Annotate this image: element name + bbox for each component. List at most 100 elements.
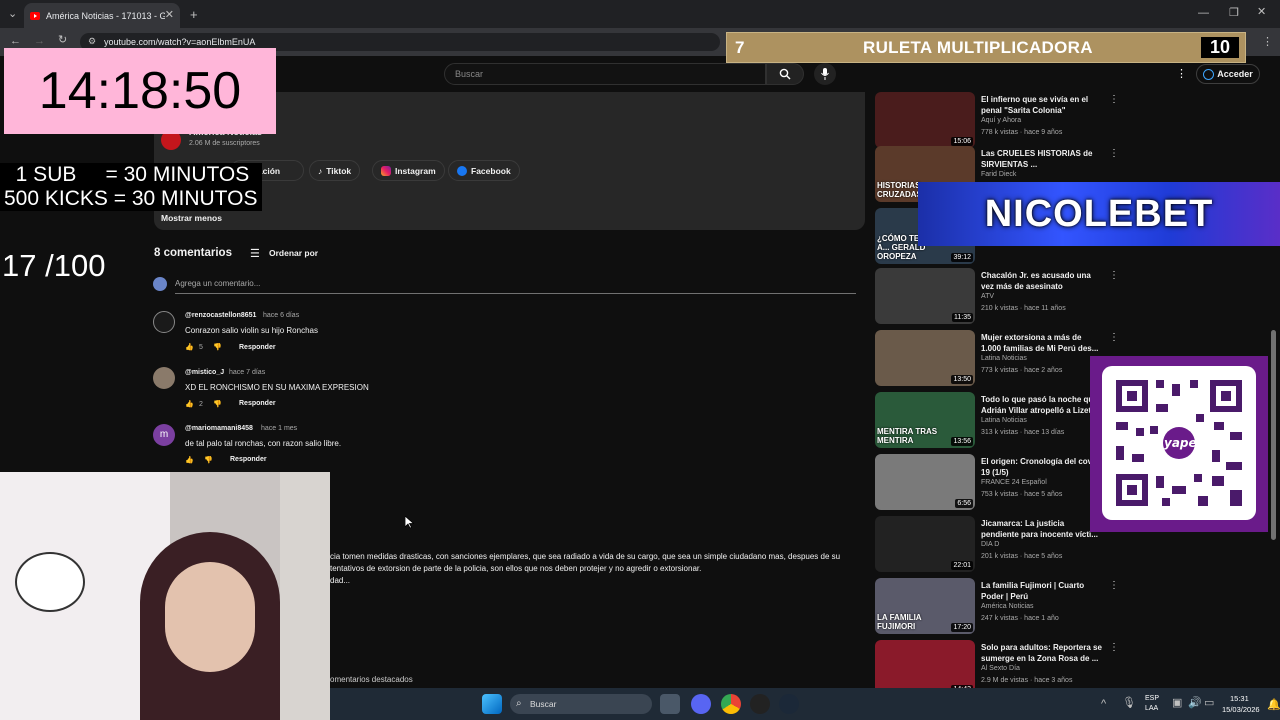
- commenter-avatar[interactable]: m: [153, 424, 175, 446]
- goal-counter: 17 /100: [2, 248, 106, 283]
- commenter-avatar[interactable]: [153, 367, 175, 389]
- new-tab-icon[interactable]: +: [190, 8, 198, 21]
- maximize-icon[interactable]: ❐: [1229, 8, 1239, 19]
- dislike-icon[interactable]: 👎: [213, 400, 222, 408]
- yape-qr-panel: yape: [1090, 356, 1268, 532]
- microphone-icon[interactable]: 🎙: [1122, 698, 1136, 709]
- dislike-icon[interactable]: 👎: [204, 456, 213, 464]
- keyboard-layout[interactable]: LAA: [1145, 705, 1158, 712]
- sign-in-button[interactable]: Acceder: [1196, 64, 1260, 84]
- like-icon[interactable]: 👍: [185, 343, 194, 351]
- reply-button[interactable]: Responder: [239, 344, 276, 351]
- clock-date[interactable]: 15/03/2026: [1222, 705, 1260, 714]
- voice-search-button[interactable]: [814, 63, 836, 85]
- scrollbar-thumb[interactable]: [1271, 330, 1276, 540]
- taskbar-search[interactable]: ⌕ Buscar: [510, 694, 652, 714]
- video-title[interactable]: El origen: Cronología del covi 19 (1/5): [981, 456, 1103, 478]
- reply-button[interactable]: Responder: [239, 400, 276, 407]
- video-thumbnail[interactable]: 22:01: [875, 516, 975, 572]
- add-comment-input[interactable]: Agrega un comentario...: [175, 279, 260, 288]
- search-input[interactable]: Buscar: [444, 63, 766, 85]
- volume-icon[interactable]: 🔊: [1188, 698, 1202, 709]
- comment-text: tentativos de extorsion de parte de la p…: [330, 564, 702, 573]
- video-title[interactable]: Chacalón Jr. es acusado una vez más de a…: [981, 270, 1103, 292]
- qr-code: yape: [1102, 366, 1256, 520]
- comment-author[interactable]: @renzocastellon8651: [185, 312, 256, 319]
- reload-icon[interactable]: ↻: [58, 35, 67, 46]
- related-video-item[interactable]: 15:06 El infierno que se vivía en el pena…: [875, 92, 1125, 150]
- video-title[interactable]: Todo lo que pasó la noche qu Adrián Vill…: [981, 394, 1103, 416]
- like-icon[interactable]: 👍: [185, 456, 194, 464]
- video-menu-icon[interactable]: ⋮: [1109, 642, 1119, 653]
- video-thumbnail[interactable]: 6:56: [875, 454, 975, 510]
- back-icon[interactable]: ←: [10, 36, 21, 47]
- video-channel[interactable]: Latina Noticias: [981, 417, 1027, 424]
- windows-start-icon[interactable]: [482, 694, 502, 714]
- search-button[interactable]: [766, 63, 804, 85]
- discord-icon[interactable]: [691, 694, 711, 714]
- video-title[interactable]: Solo para adultos: Reportera se sumerge …: [981, 642, 1103, 664]
- video-menu-icon[interactable]: ⋮: [1109, 148, 1119, 159]
- video-channel[interactable]: América Noticias: [981, 603, 1034, 610]
- battery-icon[interactable]: ▭: [1204, 698, 1214, 709]
- video-channel[interactable]: Latina Noticias: [981, 355, 1027, 362]
- video-title[interactable]: La familia Fujimori | Cuarto Poder | Per…: [981, 580, 1103, 602]
- sort-icon[interactable]: ☰: [250, 247, 260, 260]
- chrome-icon[interactable]: [721, 694, 741, 714]
- language-indicator[interactable]: ESP: [1145, 695, 1159, 702]
- tray-chevron-icon[interactable]: ^: [1101, 699, 1106, 710]
- reply-button[interactable]: Responder: [230, 456, 267, 463]
- instagram-link[interactable]: Instagram: [372, 160, 445, 181]
- related-video-item[interactable]: 22:01 Jicamarca: La justicia pendiente pa…: [875, 516, 1125, 574]
- dislike-icon[interactable]: 👎: [213, 343, 222, 351]
- like-icon[interactable]: 👍: [185, 400, 194, 408]
- video-channel[interactable]: ATV: [981, 293, 994, 300]
- related-video-item[interactable]: 6:56 El origen: Cronología del covi 19 (1…: [875, 454, 1125, 512]
- network-icon[interactable]: ▣: [1172, 698, 1182, 709]
- close-tab-icon[interactable]: ✕: [165, 10, 174, 21]
- related-video-item[interactable]: 13:50 Mujer extorsiona a más de 1.000 fam…: [875, 330, 1125, 388]
- clock-time[interactable]: 15:31: [1230, 694, 1249, 703]
- video-thumbnail[interactable]: 15:06: [875, 92, 975, 148]
- video-title[interactable]: Las CRUELES HISTORIAS de SIRVIENTAS ...: [981, 148, 1103, 170]
- video-menu-icon[interactable]: ⋮: [1109, 580, 1119, 591]
- tab-list-icon[interactable]: ⌄: [8, 9, 17, 20]
- minimize-icon[interactable]: —: [1198, 8, 1209, 19]
- browser-menu-icon[interactable]: ⋮: [1262, 37, 1273, 48]
- related-video-item[interactable]: LA FAMILIA FUJIMORI 17:20 La familia Fujim…: [875, 578, 1125, 636]
- facebook-link[interactable]: Facebook: [448, 160, 520, 181]
- comment-author[interactable]: @mistico_J: [185, 369, 224, 376]
- video-channel[interactable]: Farid Dieck: [981, 171, 1016, 178]
- site-info-icon[interactable]: ⚙: [88, 37, 96, 46]
- video-channel[interactable]: Al Sexto Día: [981, 665, 1020, 672]
- tiktok-link[interactable]: ♪ Tiktok: [309, 160, 361, 181]
- video-menu-icon[interactable]: ⋮: [1109, 332, 1119, 343]
- read-more-link[interactable]: dad...: [330, 576, 350, 585]
- video-channel[interactable]: DIA D: [981, 541, 999, 548]
- related-video-item[interactable]: MENTIRA TRAS MENTIRA 13:56 Todo lo que pas…: [875, 392, 1125, 450]
- video-thumbnail[interactable]: LA FAMILIA FUJIMORI 17:20: [875, 578, 975, 634]
- video-menu-icon[interactable]: ⋮: [1109, 270, 1119, 281]
- video-thumbnail[interactable]: MENTIRA TRAS MENTIRA 13:56: [875, 392, 975, 448]
- video-channel[interactable]: FRANCE 24 Español: [981, 479, 1047, 486]
- notification-icon[interactable]: 🔔: [1267, 700, 1280, 711]
- video-title[interactable]: El infierno que se vivía en el penal "Sa…: [981, 94, 1103, 116]
- comment-author[interactable]: @mariomamani8458: [185, 425, 253, 432]
- commenter-avatar[interactable]: [153, 311, 175, 333]
- show-less-button[interactable]: Mostrar menos: [161, 213, 222, 223]
- video-menu-icon[interactable]: ⋮: [1109, 94, 1119, 105]
- sort-button[interactable]: Ordenar por: [269, 248, 318, 258]
- forward-icon[interactable]: →: [34, 36, 45, 47]
- video-title[interactable]: Mujer extorsiona a más de 1.000 familias…: [981, 332, 1103, 354]
- close-window-icon[interactable]: ✕: [1257, 7, 1266, 18]
- video-thumbnail[interactable]: 13:50: [875, 330, 975, 386]
- video-title[interactable]: Jicamarca: La justicia pendiente para in…: [981, 518, 1103, 540]
- related-video-item[interactable]: 11:35 Chacalón Jr. es acusado una vez más…: [875, 268, 1125, 326]
- video-channel[interactable]: Aquí y Ahora: [981, 117, 1021, 124]
- steam-icon[interactable]: [779, 694, 799, 714]
- settings-kebab-icon[interactable]: ⋮: [1176, 69, 1187, 80]
- obs-icon[interactable]: [750, 694, 770, 714]
- browser-tab[interactable]: América Noticias - 171013 - Gr ✕: [24, 3, 180, 28]
- task-view-icon[interactable]: [660, 694, 680, 714]
- video-thumbnail[interactable]: 11:35: [875, 268, 975, 324]
